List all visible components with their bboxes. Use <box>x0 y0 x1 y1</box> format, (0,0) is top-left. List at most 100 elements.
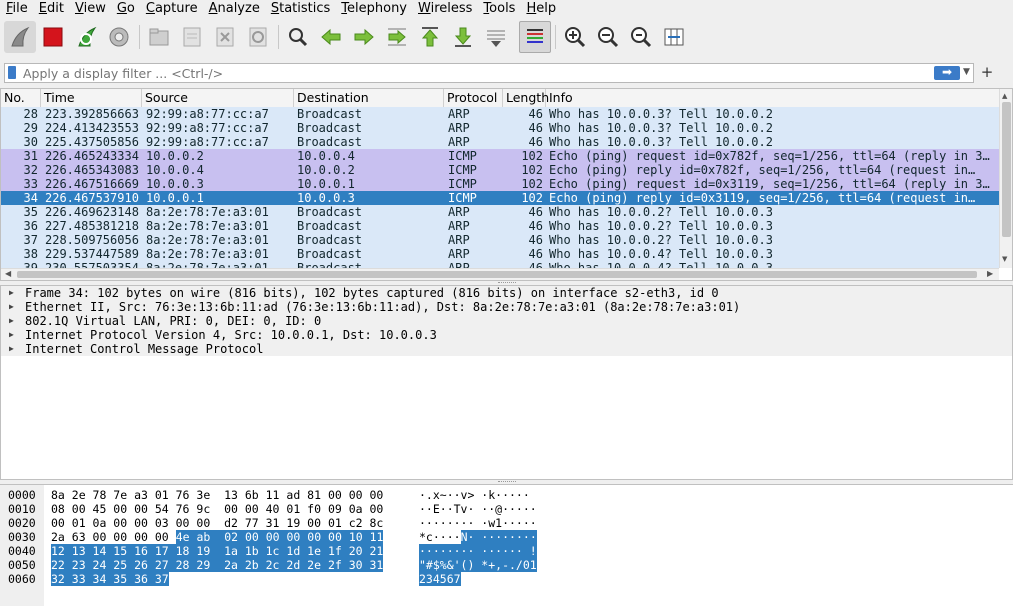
detail-tree-item[interactable]: ▶ Internet Control Message Protocol <box>1 342 1012 356</box>
packet-row[interactable]: 31 226.465243334 10.0.0.2 10.0.0.4 ICMP 102 Ec… <box>1 149 999 163</box>
detail-tree-item[interactable]: ▶ Frame 34: 102 bytes on wire (816 bits),… <box>1 286 1012 300</box>
go-forward-icon[interactable] <box>348 21 380 53</box>
menu-edit[interactable]: Edit <box>33 0 69 18</box>
menu-go[interactable]: Go <box>111 0 140 18</box>
hex-bytes-selected[interactable]: 12 13 14 15 16 17 18 19 1a 1b 1c 1d 1e 1… <box>51 544 384 558</box>
expand-arrow-icon[interactable]: ▶ <box>9 342 14 356</box>
packet-row[interactable]: 36 227.485381218 8a:2e:78:7e:a3:01 Broadcas… <box>1 219 999 233</box>
filter-history-dropdown-icon[interactable]: ▼ <box>963 67 970 77</box>
display-filter-input[interactable] <box>23 65 903 81</box>
menu-bar: File Edit View Go Capture Analyze Statistics Te… <box>0 0 1013 18</box>
packet-cell-info: Echo (ping) reply id=0x782f, seq=1/256, … <box>549 163 976 177</box>
go-to-packet-icon[interactable] <box>381 21 413 53</box>
ascii-text-selected[interactable]: "#$%&'() *+,-./01 <box>419 558 537 572</box>
add-filter-button-icon[interactable]: + <box>980 62 994 82</box>
column-header-time[interactable]: Time <box>41 89 142 107</box>
reload-file-icon[interactable] <box>242 21 274 53</box>
zoom-normal-icon[interactable] <box>625 21 657 53</box>
column-header-info[interactable]: Info <box>546 89 999 107</box>
packet-cell-len: 46 <box>528 121 543 135</box>
apply-filter-arrow-icon[interactable]: ➡ <box>934 66 960 80</box>
hex-bytes-selected[interactable]: 32 33 34 35 36 37 <box>51 572 169 586</box>
bookmark-icon[interactable] <box>8 66 16 79</box>
packet-list-vertical-scrollbar[interactable]: ▲ ▼ <box>999 89 1012 268</box>
auto-scroll-icon[interactable] <box>480 21 512 53</box>
find-packet-icon[interactable] <box>282 21 314 53</box>
zoom-out-icon[interactable] <box>592 21 624 53</box>
ascii-text-selected[interactable]: ········ ······ ! <box>419 544 537 558</box>
expand-arrow-icon[interactable]: ▶ <box>9 300 14 314</box>
column-header-destination[interactable]: Destination <box>294 89 444 107</box>
hex-bytes-selected[interactable]: 4e ab 02 00 00 00 00 00 10 11 <box>175 530 384 544</box>
menu-telephony[interactable]: Telephony <box>335 0 412 18</box>
menu-tools[interactable]: Tools <box>477 0 520 18</box>
last-packet-icon[interactable] <box>447 21 479 53</box>
packet-cell-info: Who has 10.0.0.4? Tell 10.0.0.3 <box>549 247 773 261</box>
packet-cell-dst: Broadcast <box>297 205 363 219</box>
menu-view[interactable]: View <box>69 0 111 18</box>
packet-cell-dst: 10.0.0.4 <box>297 149 355 163</box>
capture-options-icon[interactable] <box>103 21 135 53</box>
expand-arrow-icon[interactable]: ▶ <box>9 314 14 328</box>
packet-row[interactable]: 34 226.467537910 10.0.0.1 10.0.0.3 ICMP 102 Ec… <box>1 191 999 205</box>
shark-fin-start-icon[interactable] <box>4 21 36 53</box>
ascii-text: ·.x~··v> ·k····· <box>419 488 530 502</box>
packet-cell-info: Echo (ping) request id=0x3119, seq=1/256… <box>549 177 990 191</box>
packet-list-horizontal-scrollbar[interactable]: ◀ ▶ <box>1 268 999 280</box>
ascii-text-selected[interactable]: 234567 <box>419 572 461 586</box>
packet-cell-len: 46 <box>528 261 543 268</box>
packet-row[interactable]: 30 225.437505856 92:99:a8:77:cc:a7 Broadcas… <box>1 135 999 149</box>
save-file-icon[interactable] <box>176 21 208 53</box>
hex-offset: 0030 <box>8 530 36 544</box>
resize-columns-icon[interactable] <box>658 21 690 53</box>
packet-cell-len: 102 <box>521 163 543 177</box>
packet-cell-info: Who has 10.0.0.4? Tell 10.0.0.3 <box>549 261 773 268</box>
zoom-in-icon[interactable] <box>559 21 591 53</box>
column-header-protocol[interactable]: Protocol <box>444 89 503 107</box>
packet-row[interactable]: 37 228.509756056 8a:2e:78:7e:a3:01 Broadcas… <box>1 233 999 247</box>
menu-help[interactable]: Help <box>520 0 561 18</box>
packet-row[interactable]: 29 224.413423553 92:99:a8:77:cc:a7 Broadcas… <box>1 121 999 135</box>
packet-cell-info: Who has 10.0.0.2? Tell 10.0.0.3 <box>549 233 773 247</box>
ascii-text: ··E··Tv· ··@····· <box>419 502 537 516</box>
packet-row[interactable]: 32 226.465343083 10.0.0.4 10.0.0.2 ICMP 102 Ec… <box>1 163 999 177</box>
menu-analyze[interactable]: Analyze <box>203 0 265 18</box>
packet-cell-info: Echo (ping) reply id=0x3119, seq=1/256, … <box>549 191 976 205</box>
detail-tree-item[interactable]: ▶ Ethernet II, Src: 76:3e:13:6b:11:ad (76… <box>1 300 1012 314</box>
menu-wireless[interactable]: Wireless <box>412 0 477 18</box>
go-back-icon[interactable] <box>315 21 347 53</box>
column-header-source[interactable]: Source <box>142 89 294 107</box>
expand-arrow-icon[interactable]: ▶ <box>9 328 14 342</box>
packet-cell-no: 30 <box>23 135 38 149</box>
packet-row[interactable]: 39 230.557503354 8a:2e:78:7e:a3:01 Broadcas… <box>1 261 999 268</box>
packet-list-header: No. Time Source Destination Protocol Len… <box>1 89 999 108</box>
packet-cell-src: 92:99:a8:77:cc:a7 <box>146 107 269 121</box>
packet-cell-no: 33 <box>23 177 38 191</box>
detail-tree-item[interactable]: ▶ 802.1Q Virtual LAN, PRI: 0, DEI: 0, ID:… <box>1 314 1012 328</box>
packet-row[interactable]: 28 223.392856663 92:99:a8:77:cc:a7 Broadcas… <box>1 107 999 121</box>
packet-cell-no: 38 <box>23 247 38 261</box>
hex-bytes-selected[interactable]: 22 23 24 25 26 27 28 29 2a 2b 2c 2d 2e 2… <box>51 558 384 572</box>
colorize-icon[interactable] <box>519 21 551 53</box>
expand-arrow-icon[interactable]: ▶ <box>9 286 14 300</box>
first-packet-icon[interactable] <box>414 21 446 53</box>
menu-file[interactable]: File <box>0 0 33 18</box>
open-file-icon[interactable] <box>143 21 175 53</box>
column-header-no[interactable]: No. <box>1 89 41 107</box>
menu-capture[interactable]: Capture <box>140 0 203 18</box>
packet-row[interactable]: 35 226.469623148 8a:2e:78:7e:a3:01 Broadcas… <box>1 205 999 219</box>
column-header-length[interactable]: Length <box>503 89 549 107</box>
packet-row[interactable]: 33 226.467516669 10.0.0.3 10.0.0.1 ICMP 102 Ec… <box>1 177 999 191</box>
ascii-text-selected[interactable]: N· ········ <box>460 530 537 544</box>
packet-cell-proto: ICMP <box>448 191 477 205</box>
close-file-icon[interactable] <box>209 21 241 53</box>
hex-bytes: 08 00 45 00 00 54 76 9c 00 00 40 01 f0 0… <box>51 502 384 516</box>
menu-statistics[interactable]: Statistics <box>265 0 335 18</box>
detail-tree-item[interactable]: ▶ Internet Protocol Version 4, Src: 10.0.… <box>1 328 1012 342</box>
stop-capture-icon[interactable] <box>37 21 69 53</box>
packet-cell-len: 46 <box>528 135 543 149</box>
packet-cell-len: 102 <box>521 191 543 205</box>
packet-cell-time: 226.465243334 <box>45 149 139 163</box>
packet-row[interactable]: 38 229.537447589 8a:2e:78:7e:a3:01 Broadcas… <box>1 247 999 261</box>
restart-capture-icon[interactable] <box>70 21 102 53</box>
